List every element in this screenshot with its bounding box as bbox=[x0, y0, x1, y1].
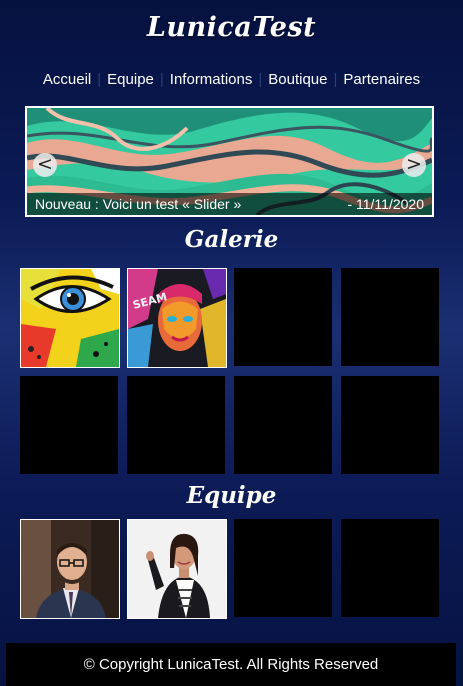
slider-next-button[interactable]: > bbox=[402, 153, 426, 177]
footer: © Copyright LunicaTest. All Rights Reser… bbox=[6, 643, 456, 686]
gallery-item-empty[interactable] bbox=[234, 268, 332, 366]
gallery-item-empty[interactable] bbox=[341, 268, 439, 366]
team-title: Equipe bbox=[186, 482, 277, 509]
nav-item-informations[interactable]: Informations bbox=[164, 71, 259, 88]
footer-copyright: © Copyright LunicaTest. All Rights Reser… bbox=[83, 656, 379, 673]
slider-caption-date: - 11/11/2020 bbox=[347, 196, 424, 212]
gallery-title: Galerie bbox=[184, 226, 279, 253]
gallery-item-empty[interactable] bbox=[234, 376, 332, 474]
team-member-woman-photo[interactable] bbox=[127, 519, 227, 619]
nav-item-equipe[interactable]: Equipe bbox=[101, 71, 160, 88]
site-logo[interactable]: LunicaTest bbox=[0, 12, 463, 43]
slider-caption: Nouveau : Voici un test « Slider » - 11/… bbox=[27, 193, 432, 215]
man-portrait-image bbox=[21, 520, 119, 618]
gallery-item-empty[interactable] bbox=[341, 376, 439, 474]
team-member-empty[interactable] bbox=[234, 519, 332, 617]
slider-caption-text: Nouveau : Voici un test « Slider » bbox=[35, 196, 242, 212]
gallery-item-pop-art-eye[interactable] bbox=[20, 268, 120, 368]
nav-item-partenaires[interactable]: Partenaires bbox=[337, 71, 426, 88]
slider-prev-button[interactable]: < bbox=[33, 153, 57, 177]
pop-art-eye-image bbox=[21, 269, 119, 367]
main-nav: Accueil | Equipe | Informations | Boutiq… bbox=[0, 71, 463, 88]
team-member-empty[interactable] bbox=[341, 519, 439, 617]
gallery-item-empty[interactable] bbox=[127, 376, 225, 474]
graffiti-face-image: SEAM bbox=[128, 269, 226, 367]
team-member-man-photo[interactable] bbox=[20, 519, 120, 619]
nav-item-boutique[interactable]: Boutique bbox=[262, 71, 333, 88]
gallery-item-empty[interactable] bbox=[20, 376, 118, 474]
image-slider[interactable]: < > Nouveau : Voici un test « Slider » -… bbox=[25, 106, 434, 217]
nav-item-accueil[interactable]: Accueil bbox=[37, 71, 97, 88]
woman-portrait-image bbox=[128, 520, 226, 618]
gallery-item-graffiti-face[interactable]: SEAM bbox=[127, 268, 227, 368]
